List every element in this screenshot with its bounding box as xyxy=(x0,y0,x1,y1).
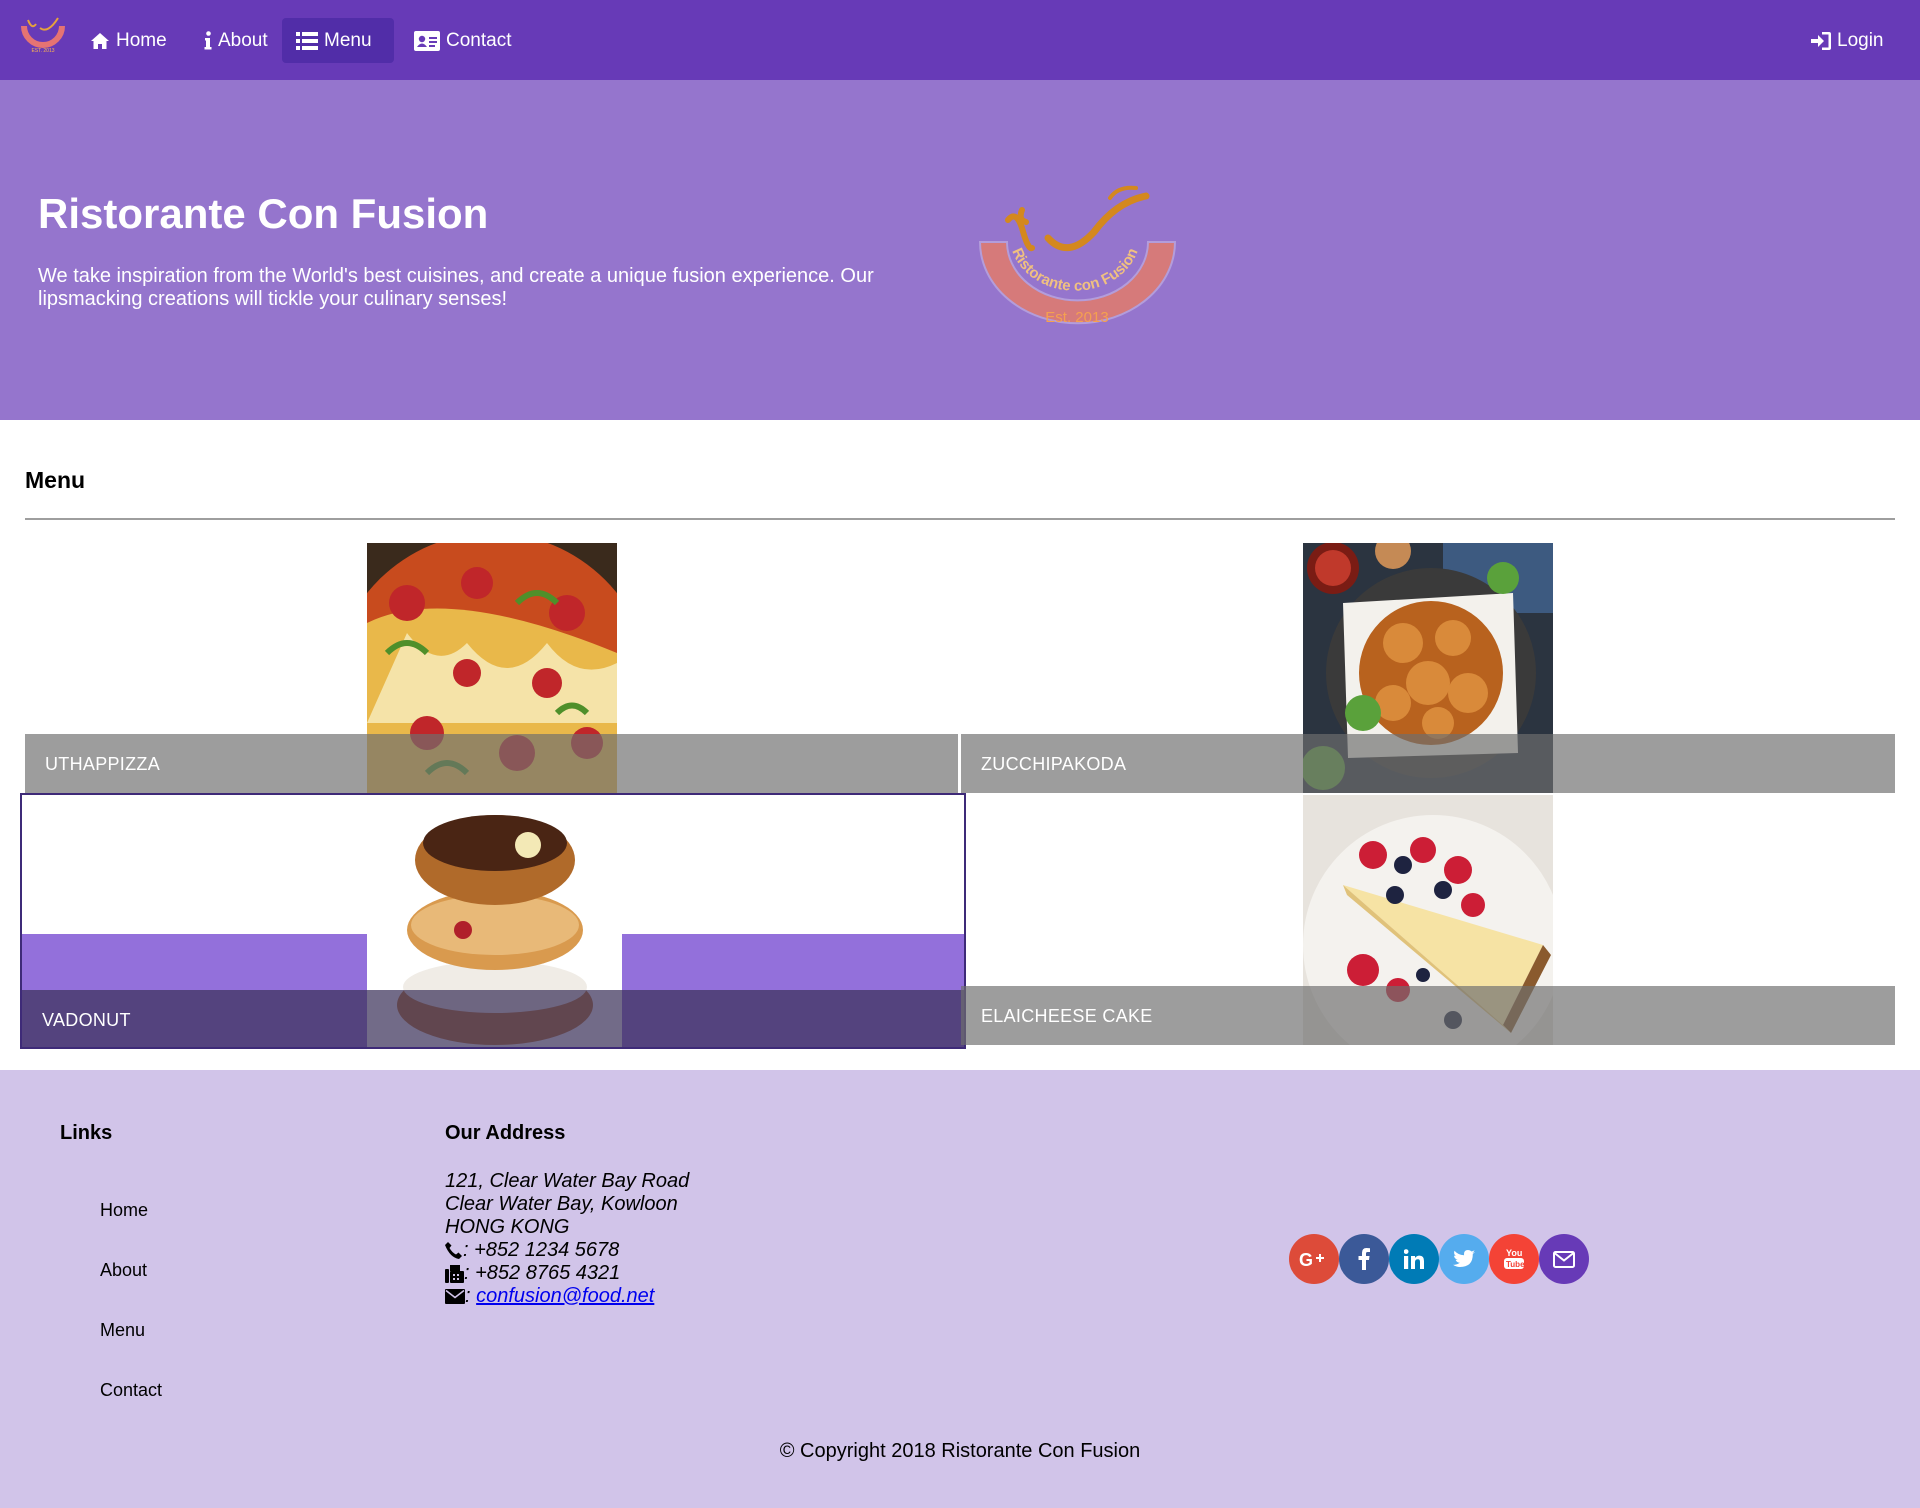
footer: Links Home About Menu Contact Our Addres… xyxy=(0,1070,1920,1508)
footer-link-about[interactable]: About xyxy=(100,1260,147,1281)
facebook-icon xyxy=(1358,1248,1370,1270)
svg-text:G: G xyxy=(1299,1250,1313,1268)
nav-about[interactable]: About xyxy=(190,18,282,63)
address-line: Clear Water Bay, Kowloon xyxy=(445,1193,678,1215)
dish-name-bar: UTHAPPIZZA xyxy=(25,734,958,793)
footer-link-contact[interactable]: Contact xyxy=(100,1380,162,1401)
dish-tile-uthappizza[interactable]: UTHAPPIZZA xyxy=(25,543,958,793)
sign-in-icon xyxy=(1811,31,1831,50)
linkedin-icon xyxy=(1404,1249,1424,1269)
footer-link-menu[interactable]: Menu xyxy=(100,1320,145,1341)
address-heading: Our Address xyxy=(445,1122,566,1144)
navbar: EST. 2013 Home About Menu Contact Login xyxy=(0,0,1920,80)
linkedin-button[interactable] xyxy=(1389,1234,1439,1284)
mail-button[interactable] xyxy=(1539,1234,1589,1284)
restaurant-logo-icon[interactable]: EST. 2013 xyxy=(18,14,68,54)
jumbotron: Ristorante Con Fusion We take inspiratio… xyxy=(0,80,1920,420)
twitter-icon xyxy=(1453,1250,1475,1267)
restaurant-logo-icon: Ristorante con Fusion Est. 2013 xyxy=(978,185,1177,326)
facebook-button[interactable] xyxy=(1339,1234,1389,1284)
nav-home[interactable]: Home xyxy=(76,18,181,63)
copyright: © Copyright 2018 Ristorante Con Fusion xyxy=(779,1440,1141,1462)
google-plus-button[interactable]: G xyxy=(1289,1234,1339,1284)
jumbotron-text: We take inspiration from the World's bes… xyxy=(38,265,874,310)
fax-line: : +852 8765 4321 xyxy=(445,1262,689,1285)
phone-line: : +852 1234 5678 xyxy=(445,1239,689,1262)
phone-number: : +852 1234 5678 xyxy=(463,1239,620,1261)
svg-text:Tube: Tube xyxy=(1506,1260,1525,1269)
youtube-button[interactable]: You Tube xyxy=(1489,1234,1539,1284)
dish-name: UTHAPPIZZA xyxy=(45,754,161,774)
footer-link-home[interactable]: Home xyxy=(100,1200,148,1221)
dish-tile-elaicheese-cake[interactable]: ELAICHEESE CAKE xyxy=(961,795,1895,1045)
dish-tile-zucchipakoda[interactable]: ZUCCHIPAKODA xyxy=(961,543,1895,793)
login-label: Login xyxy=(1837,30,1884,51)
phone-icon xyxy=(445,1242,462,1259)
menu-heading: Menu xyxy=(25,467,86,493)
page-title: Ristorante Con Fusion xyxy=(38,190,489,237)
youtube-icon: You Tube xyxy=(1504,1248,1525,1269)
email-prefix: : xyxy=(465,1285,477,1307)
nav-about-label: About xyxy=(218,30,268,51)
address-block: 121, Clear Water Bay Road Clear Water Ba… xyxy=(445,1170,689,1308)
nav-contact[interactable]: Contact xyxy=(400,18,525,63)
dish-name: ELAICHEESE CAKE xyxy=(981,1006,1153,1026)
divider xyxy=(25,518,1895,520)
email-line: : confusion@food.net xyxy=(445,1285,689,1308)
address-line: 121, Clear Water Bay Road xyxy=(445,1170,690,1192)
home-icon xyxy=(91,32,109,49)
info-icon xyxy=(204,31,212,50)
dish-name: ZUCCHIPAKODA xyxy=(981,754,1127,774)
envelope-icon xyxy=(445,1289,465,1304)
logo-year: Est. 2013 xyxy=(1045,309,1108,326)
links-heading: Links xyxy=(60,1122,113,1144)
nav-contact-label: Contact xyxy=(446,30,512,51)
svg-text:EST. 2013: EST. 2013 xyxy=(31,48,54,54)
dish-name-bar: ELAICHEESE CAKE xyxy=(961,986,1895,1045)
dish-name-bar: VADONUT xyxy=(22,990,964,1047)
mail-icon xyxy=(1553,1250,1575,1268)
fax-number: : +852 8765 4321 xyxy=(464,1262,621,1284)
email-link[interactable]: confusion@food.net xyxy=(476,1285,654,1308)
address-card-icon xyxy=(414,30,440,51)
address-line: HONG KONG xyxy=(445,1216,570,1238)
login-button[interactable]: Login xyxy=(1797,18,1898,63)
dish-name-bar: ZUCCHIPAKODA xyxy=(961,734,1895,793)
list-icon xyxy=(296,31,318,50)
dish-tile-vadonut[interactable]: VADONUT xyxy=(20,793,966,1049)
nav-home-label: Home xyxy=(116,30,167,51)
google-plus-icon: G xyxy=(1299,1250,1324,1268)
svg-text:You: You xyxy=(1506,1248,1522,1258)
nav-menu-label: Menu xyxy=(324,30,372,51)
twitter-button[interactable] xyxy=(1439,1234,1489,1284)
nav-menu[interactable]: Menu xyxy=(282,18,394,63)
fax-icon xyxy=(445,1264,464,1283)
dish-name: VADONUT xyxy=(42,1010,131,1030)
